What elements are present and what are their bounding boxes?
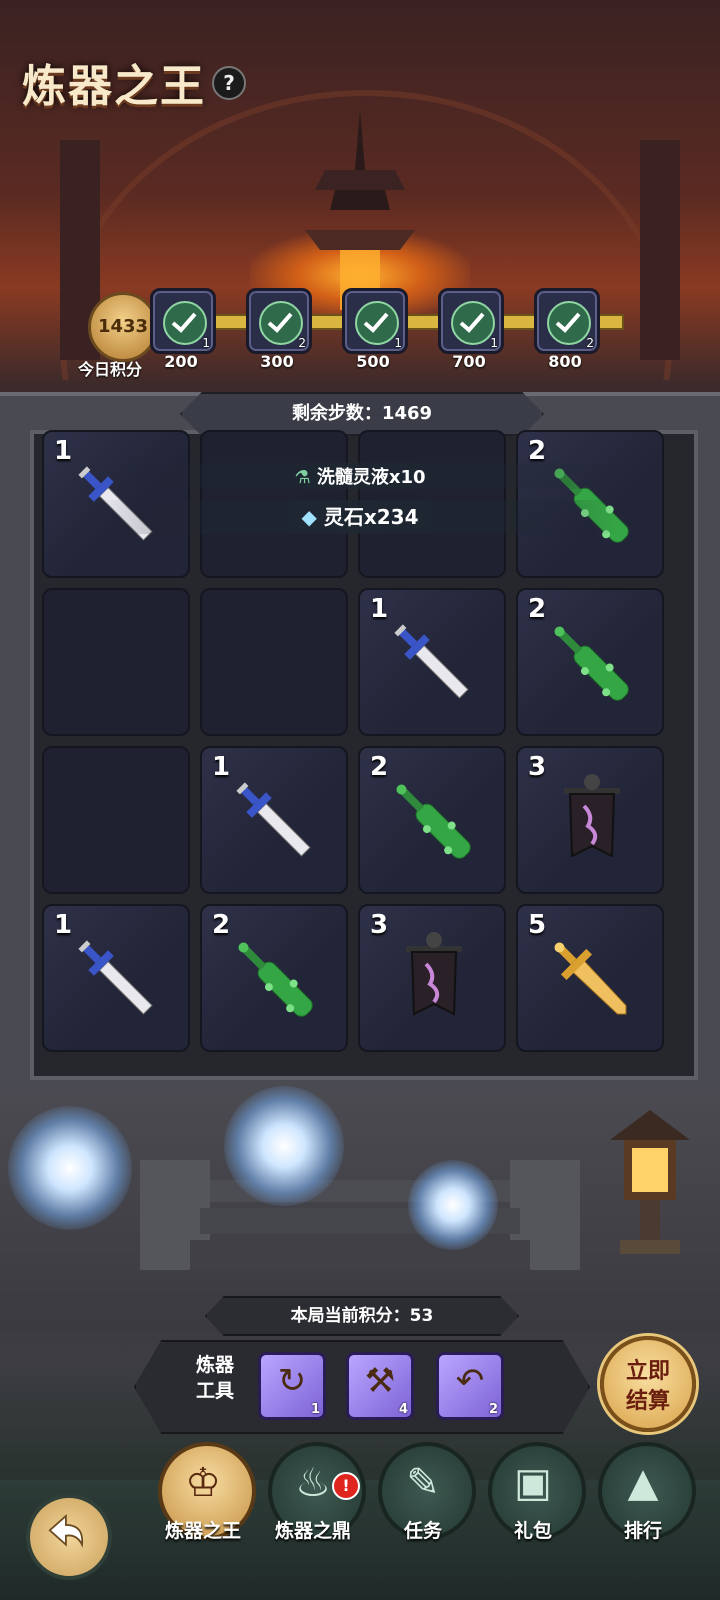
board-cell-sword[interactable]: 1 (42, 904, 190, 1052)
milestone-chest-300[interactable]: 2 (246, 288, 312, 354)
settle-now-button[interactable]: 立即 结算 (600, 1336, 696, 1432)
hammer-tool-icon: ⚒ (364, 1361, 396, 1401)
checkmark-icon (163, 301, 207, 345)
milestone-chest-500[interactable]: 1 (342, 288, 408, 354)
chest-icon: ▣ (514, 1460, 552, 1506)
reward-line-stone: ◆ 灵石x234 (100, 500, 620, 534)
milestone-threshold: 500 (356, 352, 390, 371)
nav-label: 礼包 (513, 1520, 552, 1542)
crown-icon: ♔ (185, 1460, 221, 1506)
mace-icon (542, 614, 642, 714)
milestone-reward-count: 1 (202, 336, 210, 350)
checkmark-icon (451, 301, 495, 345)
milestone-chest-700[interactable]: 1 (438, 288, 504, 354)
milestone-threshold: 700 (452, 352, 486, 371)
board-cell-golden-sword[interactable]: 5 (516, 904, 664, 1052)
milestone-reward-count: 2 (298, 336, 306, 350)
spirit-orb-center (224, 1086, 344, 1206)
board-cell-empty[interactable] (200, 588, 348, 736)
milestone-reward-count: 1 (394, 336, 402, 350)
back-button[interactable] (26, 1494, 112, 1580)
back-arrow-icon (48, 1513, 84, 1548)
page-title: 炼器之王 (22, 61, 206, 112)
scroll-icon: ✎ (406, 1460, 440, 1506)
reward-text-2: 灵石x234 (323, 505, 419, 529)
help-icon[interactable]: ? (212, 66, 246, 100)
mace-icon (226, 930, 326, 1030)
checkmark-icon (547, 301, 591, 345)
tools-label: 炼器 工具 (195, 1354, 234, 1402)
tool-count: 2 (488, 1402, 498, 1417)
nav-label: 炼器之鼎 (274, 1520, 351, 1542)
swap-tool[interactable]: ↻ 1 (258, 1352, 326, 1420)
banner-icon (384, 930, 484, 1030)
board-cell-sword[interactable]: 1 (200, 746, 348, 894)
milestone-reward-count: 2 (586, 336, 594, 350)
nav-label: 炼器之王 (164, 1520, 241, 1542)
board-cell-banner[interactable]: 3 (358, 904, 506, 1052)
spirit-stone-icon: ◆ (301, 505, 317, 529)
checkmark-icon (355, 301, 399, 345)
sword-icon (226, 772, 326, 872)
tool-count: 4 (398, 1402, 408, 1417)
board-cell-sword[interactable]: 1 (358, 588, 506, 736)
mace-icon (384, 772, 484, 872)
board-cell-empty[interactable] (42, 588, 190, 736)
milestone-reward-count: 1 (490, 336, 498, 350)
milestone-threshold: 800 (548, 352, 582, 371)
milestone-threshold: 200 (164, 352, 198, 371)
undo-tool[interactable]: ↶ 2 (436, 1352, 504, 1420)
reward-line-liquid: ⚗ 洗髓灵液x10 (100, 463, 620, 489)
board-cell-mace[interactable]: 2 (358, 746, 506, 894)
sword-icon (68, 930, 168, 1030)
golden-sword-icon (542, 930, 642, 1030)
swap-tool-icon: ↻ (277, 1361, 307, 1401)
tool-count: 1 (310, 1402, 320, 1417)
board-cell-mace[interactable]: 2 (200, 904, 348, 1052)
nav-label: 任务 (403, 1520, 442, 1542)
board-cell-empty[interactable] (42, 746, 190, 894)
today-score-label: 今日积分 (78, 360, 143, 379)
today-score-badge: 1433 (88, 292, 158, 362)
milestone-threshold: 300 (260, 352, 294, 371)
sword-icon (384, 614, 484, 714)
hammer-tool[interactable]: ⚒ 4 (346, 1352, 414, 1420)
stairs (140, 1160, 580, 1270)
lantern-icon (610, 1110, 690, 1254)
reward-text-1: 洗髓灵液x10 (316, 467, 426, 488)
milestone-chest-200[interactable]: 1 (150, 288, 216, 354)
checkmark-icon (259, 301, 303, 345)
spirit-orb-right (408, 1160, 498, 1250)
undo-tool-icon: ↶ (455, 1361, 485, 1401)
ranking-icon: ▲ (627, 1460, 659, 1506)
nav-label: 排行 (623, 1520, 662, 1542)
board-cell-mace[interactable]: 2 (516, 588, 664, 736)
potion-icon: ⚗ (294, 467, 311, 488)
spirit-orb-left (8, 1106, 132, 1230)
milestone-chest-800[interactable]: 2 (534, 288, 600, 354)
board-cell-banner[interactable]: 3 (516, 746, 664, 894)
banner-icon (542, 772, 642, 872)
notification-badge: ! (332, 1472, 360, 1500)
current-session-points: 本局当前积分：53 (205, 1296, 519, 1336)
